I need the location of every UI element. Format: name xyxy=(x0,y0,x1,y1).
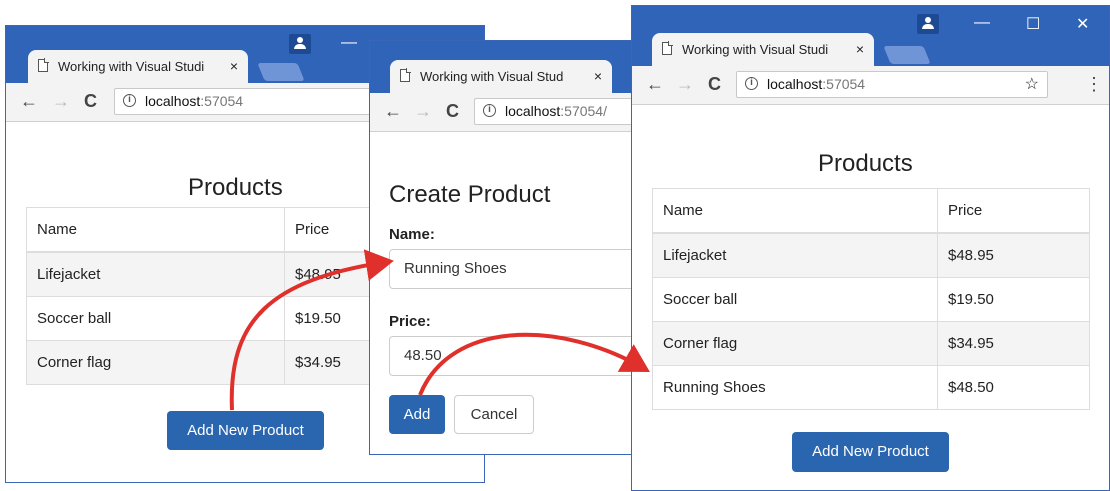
name-label: Name: xyxy=(389,226,435,243)
info-icon[interactable]: i xyxy=(483,104,496,117)
page-title: Products xyxy=(818,150,913,177)
browser-window-create-product: Working with Visual Stud × ← → C i local… xyxy=(369,40,639,455)
table-header-row: Name Price xyxy=(652,188,1090,234)
price-field[interactable]: 48.50 xyxy=(389,336,638,376)
reload-icon[interactable]: C xyxy=(708,74,721,94)
tab-close-icon[interactable]: × xyxy=(230,50,238,83)
product-name-cell: Corner flag xyxy=(652,321,938,366)
column-header-name: Name xyxy=(26,207,285,253)
close-icon[interactable]: ✕ xyxy=(1076,14,1089,34)
page-title: Products xyxy=(188,174,283,201)
address-port: :57054/ xyxy=(560,103,607,119)
back-icon[interactable]: ← xyxy=(20,91,38,111)
price-label: Price: xyxy=(389,313,431,330)
product-price-cell: $34.95 xyxy=(937,321,1090,366)
add-new-product-button[interactable]: Add New Product xyxy=(167,411,324,450)
tab-title: Working with Visual Studi xyxy=(58,59,205,74)
profile-icon[interactable] xyxy=(917,14,939,34)
address-host: localhost xyxy=(145,93,201,109)
back-icon[interactable]: ← xyxy=(384,101,402,121)
forward-icon[interactable]: → xyxy=(52,91,70,111)
product-name-cell: Running Shoes xyxy=(652,365,938,410)
title-bar: Working with Visual Stud × xyxy=(370,41,638,93)
reload-icon[interactable]: C xyxy=(84,91,97,111)
name-field[interactable]: Running Shoes xyxy=(389,249,638,289)
product-name-cell: Corner flag xyxy=(26,340,285,385)
products-table: Name Price Lifejacket $48.95 Soccer ball… xyxy=(652,188,1090,410)
product-name-cell: Lifejacket xyxy=(652,232,938,278)
new-tab-button[interactable] xyxy=(257,63,305,81)
product-price-cell: $19.50 xyxy=(937,277,1090,322)
address-port: :57054 xyxy=(200,93,244,109)
address-host: localhost xyxy=(505,103,561,119)
page-icon xyxy=(400,68,411,82)
product-price-cell: $48.95 xyxy=(937,232,1090,278)
menu-icon[interactable]: ⋮ xyxy=(1085,74,1103,94)
page-title: Create Product xyxy=(389,181,551,208)
back-icon[interactable]: ← xyxy=(646,74,664,94)
browser-tab[interactable]: Working with Visual Studi × xyxy=(652,33,874,66)
tab-close-icon[interactable]: × xyxy=(856,33,864,66)
table-row: Running Shoes $48.50 xyxy=(652,365,1090,410)
product-price-cell: $48.50 xyxy=(937,365,1090,410)
page-icon xyxy=(38,58,49,72)
add-button[interactable]: Add xyxy=(389,395,445,434)
minimize-icon[interactable]: — xyxy=(974,14,990,32)
address-host: localhost xyxy=(767,76,823,92)
minimize-icon[interactable]: — xyxy=(341,34,357,52)
column-header-price: Price xyxy=(937,188,1090,234)
page-content: Create Product Name: Running Shoes Price… xyxy=(370,132,638,454)
cancel-button[interactable]: Cancel xyxy=(454,395,534,434)
browser-tab[interactable]: Working with Visual Stud × xyxy=(390,60,612,93)
tab-title: Working with Visual Studi xyxy=(682,42,829,57)
forward-icon[interactable]: → xyxy=(414,101,432,121)
browser-toolbar: ← → C i localhost:57054/ xyxy=(370,93,638,132)
info-icon[interactable]: i xyxy=(123,94,136,107)
profile-icon[interactable] xyxy=(289,34,311,54)
tab-close-icon[interactable]: × xyxy=(594,60,602,93)
tab-title: Working with Visual Stud xyxy=(420,69,564,84)
maximize-icon[interactable]: ☐ xyxy=(1026,14,1040,34)
table-row: Lifejacket $48.95 xyxy=(652,232,1090,278)
browser-tab[interactable]: Working with Visual Studi × xyxy=(28,50,248,83)
product-name-cell: Soccer ball xyxy=(652,277,938,322)
page-content: Products Name Price Lifejacket $48.95 So… xyxy=(632,105,1109,490)
product-name-cell: Soccer ball xyxy=(26,296,285,341)
table-row: Soccer ball $19.50 xyxy=(652,277,1090,322)
address-bar[interactable]: i localhost:57054 ☆ xyxy=(736,71,1048,98)
browser-window-products-updated: Working with Visual Studi × — ☐ ✕ ← → C … xyxy=(631,5,1110,491)
page-icon xyxy=(662,41,673,55)
forward-icon[interactable]: → xyxy=(676,74,694,94)
title-bar: Working with Visual Studi × — ☐ ✕ xyxy=(632,6,1109,66)
add-new-product-button[interactable]: Add New Product xyxy=(792,432,949,472)
bookmark-star-icon[interactable]: ☆ xyxy=(1025,72,1039,97)
reload-icon[interactable]: C xyxy=(446,101,459,121)
browser-toolbar: ← → C i localhost:57054 ☆ ⋮ xyxy=(632,66,1109,105)
new-tab-button[interactable] xyxy=(883,46,931,64)
product-name-cell: Lifejacket xyxy=(26,251,285,297)
address-bar[interactable]: i localhost:57054/ xyxy=(474,98,638,125)
table-row: Corner flag $34.95 xyxy=(652,321,1090,366)
address-port: :57054 xyxy=(822,76,866,92)
info-icon[interactable]: i xyxy=(745,77,758,90)
column-header-name: Name xyxy=(652,188,938,234)
